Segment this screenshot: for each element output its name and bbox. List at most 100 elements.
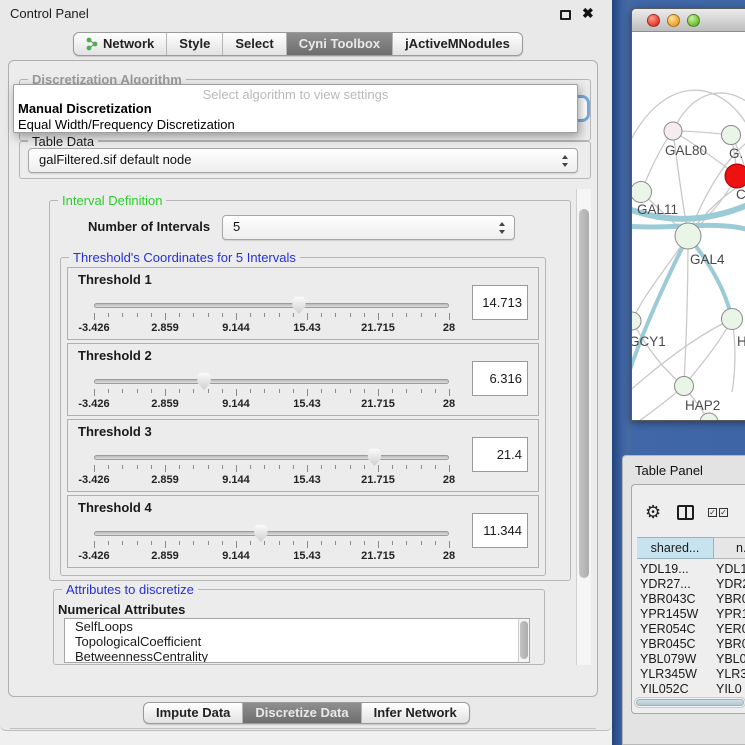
threshold-value-field[interactable]: 21.4 — [472, 437, 528, 472]
tab-discretize-data[interactable]: Discretize Data — [243, 703, 361, 723]
gear-icon[interactable]: ⚙ — [645, 502, 661, 523]
attributes-group-title: Attributes to discretize — [62, 582, 198, 597]
edge[interactable] — [684, 319, 732, 386]
table-row[interactable]: YDL19...YDL1 — [632, 562, 745, 577]
threshold-value-field[interactable]: 11.344 — [472, 513, 528, 548]
slider-thumb[interactable] — [367, 448, 382, 466]
slider-track[interactable] — [94, 379, 449, 384]
threshold-slider[interactable]: -3.4262.8599.14415.4321.71528 — [94, 296, 449, 340]
slider-thumb[interactable] — [197, 372, 212, 390]
popup-item-manual-discretization[interactable]: Manual Discretization — [18, 101, 152, 116]
table-row[interactable]: YER054CYER0 — [632, 622, 745, 637]
node-green[interactable] — [675, 223, 701, 249]
slider-tick — [364, 541, 365, 545]
mac-zoom-icon[interactable] — [687, 14, 700, 27]
attribute-list-item[interactable]: TopologicalCoefficient — [65, 634, 529, 649]
node-green[interactable] — [722, 309, 743, 330]
close-icon[interactable]: ✖ — [582, 5, 594, 22]
tab-select[interactable]: Select — [223, 33, 286, 55]
slider-tick — [350, 465, 351, 469]
slider-track[interactable] — [94, 531, 449, 536]
cell-shared-name: YDL19... — [640, 562, 689, 577]
table-row[interactable]: YIL052CYIL0 — [632, 682, 745, 697]
threshold-value-field[interactable]: 14.713 — [472, 285, 528, 320]
split-columns-icon[interactable] — [677, 505, 694, 520]
attributes-group: Attributes to discretize Numerical Attri… — [53, 589, 545, 665]
combo-spinner-icon — [499, 222, 506, 234]
mac-close-icon[interactable] — [647, 14, 660, 27]
number-of-intervals-combo[interactable]: 5 — [222, 215, 515, 240]
column-header-shared-name[interactable]: shared... — [637, 537, 714, 559]
node-red[interactable] — [725, 164, 745, 188]
attribute-list-item[interactable]: SelfLoops — [65, 619, 529, 634]
node-label: GAL80 — [665, 143, 707, 158]
table-row[interactable]: YLR345WYLR3 — [632, 667, 745, 682]
cytoscape-desktop: GAL80G.CGAL11GAL4GCY1HHAP2 Table Panel ⚙… — [612, 0, 745, 745]
slider-track[interactable] — [94, 303, 449, 308]
control-panel-tab-bar: NetworkStyleSelectCyni ToolboxjActiveMNo… — [73, 32, 523, 56]
tab-style[interactable]: Style — [167, 33, 223, 55]
table-row[interactable]: YBL079WYBL0 — [632, 652, 745, 667]
slider-tick — [321, 389, 322, 393]
slider-tick — [236, 389, 237, 396]
cell-shared-name: YBR043C — [640, 592, 696, 607]
float-window-icon[interactable] — [560, 10, 571, 20]
slider-thumb[interactable] — [291, 296, 306, 314]
tab-jactivemnodules[interactable]: jActiveMNodules — [393, 33, 522, 55]
edge-highlighted[interactable] — [688, 236, 732, 319]
threshold-value-field[interactable]: 6.316 — [472, 361, 528, 396]
pane-scrollbar-thumb[interactable] — [579, 209, 589, 578]
node-green[interactable] — [722, 126, 741, 145]
checkbox-icon[interactable]: ✓ — [708, 508, 717, 517]
tab-cyni-toolbox[interactable]: Cyni Toolbox — [287, 33, 393, 55]
edge[interactable] — [684, 236, 688, 386]
slider-tick — [250, 541, 251, 545]
checkbox-icon[interactable]: ✓ — [719, 508, 728, 517]
attribute-list-item[interactable]: BetweennessCentrality — [65, 649, 529, 663]
node-green[interactable] — [675, 377, 694, 396]
slider-tick — [250, 465, 251, 469]
table-row[interactable]: YBR045CYBR0 — [632, 637, 745, 652]
node-label: GCY1 — [632, 334, 666, 349]
list-scrollbar[interactable] — [518, 619, 529, 662]
threshold-panel-4: Threshold 4-3.4262.8599.14415.4321.71528… — [67, 495, 539, 568]
node-pink[interactable] — [664, 122, 682, 140]
table-row[interactable]: YPR145WYPR1 — [632, 607, 745, 622]
table-row[interactable]: YBR043CYBR0 — [632, 592, 745, 607]
slider-tick — [449, 465, 450, 472]
tab-impute-data[interactable]: Impute Data — [144, 703, 243, 723]
node-green[interactable] — [632, 312, 641, 330]
threshold-slider[interactable]: -3.4262.8599.14415.4321.71528 — [94, 448, 449, 492]
threshold-panel-2: Threshold 2-3.4262.8599.14415.4321.71528… — [67, 343, 539, 416]
node-green[interactable] — [632, 182, 652, 203]
horizontal-scrollbar-thumb[interactable] — [636, 699, 744, 706]
horizontal-scrollbar[interactable] — [634, 697, 745, 708]
slider-tick — [137, 313, 138, 317]
network-canvas[interactable]: GAL80G.CGAL11GAL4GCY1HHAP2 — [632, 32, 745, 421]
network-icon — [86, 37, 98, 51]
threshold-slider[interactable]: -3.4262.8599.14415.4321.71528 — [94, 524, 449, 568]
pane-scrollbar[interactable] — [576, 189, 591, 665]
tab-infer-network[interactable]: Infer Network — [362, 703, 469, 723]
threshold-slider[interactable]: -3.4262.8599.14415.4321.71528 — [94, 372, 449, 416]
edge[interactable] — [673, 93, 745, 131]
threshold-label: Threshold 3 — [78, 424, 152, 439]
table-row[interactable]: YDR27...YDR2 — [632, 577, 745, 592]
slider-tick — [364, 465, 365, 469]
node-green[interactable] — [700, 413, 718, 421]
popup-item-equal-width[interactable]: Equal Width/Frequency Discretization — [18, 117, 235, 132]
slider-tick-label: 28 — [443, 474, 455, 486]
slider-thumb[interactable] — [253, 524, 268, 542]
mac-minimize-icon[interactable] — [667, 14, 680, 27]
network-view-window[interactable]: GAL80G.CGAL11GAL4GCY1HHAP2 — [631, 8, 745, 421]
slider-tick — [165, 313, 166, 320]
list-scrollbar-thumb[interactable] — [520, 621, 528, 659]
numerical-attributes-label: Numerical Attributes — [58, 602, 185, 617]
tab-network[interactable]: Network — [74, 33, 167, 55]
slider-track[interactable] — [94, 455, 449, 460]
table-data-combo[interactable]: galFiltered.sif default node — [28, 148, 578, 173]
numerical-attributes-list[interactable]: SelfLoopsTopologicalCoefficientBetweenne… — [64, 618, 530, 663]
interval-definition-group: Interval Definition Number of Intervals … — [49, 200, 571, 581]
network-window-titlebar[interactable] — [632, 9, 745, 32]
column-header-name[interactable]: n... — [714, 537, 745, 559]
